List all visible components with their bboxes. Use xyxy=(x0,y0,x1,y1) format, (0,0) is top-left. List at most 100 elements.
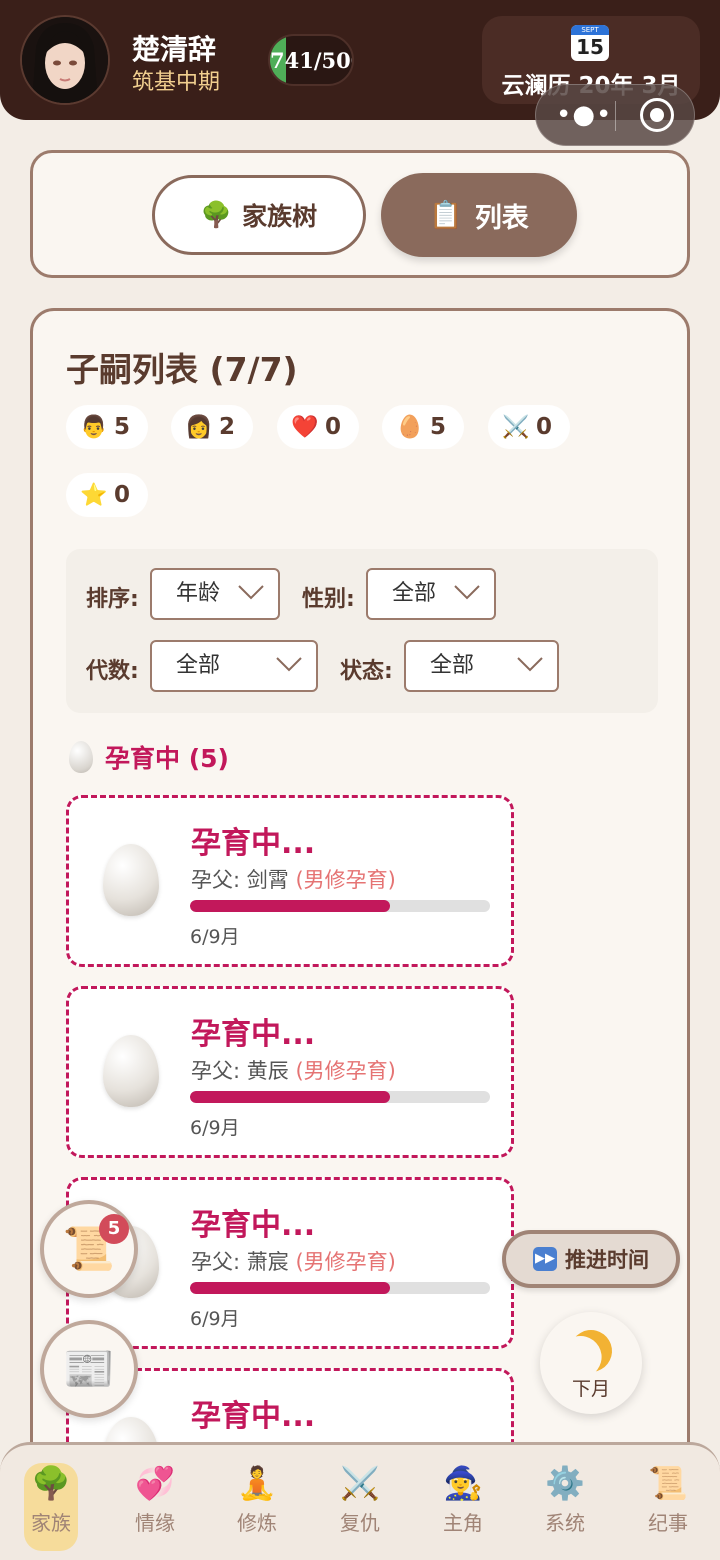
pregnancy-progress-fill xyxy=(190,1282,391,1294)
list-view-label: 列表 xyxy=(474,202,529,234)
pregnancy-group-title: 孕育中 (5) xyxy=(105,744,229,773)
stat-value: 5 xyxy=(114,414,131,440)
stat-married-count: ❤️ 0 xyxy=(277,405,359,449)
player-name: 楚清辞 xyxy=(132,33,217,66)
swords-icon: ⚔️ xyxy=(340,1464,380,1502)
pregnancy-title: 孕育中... xyxy=(191,1399,316,1434)
filter-panel: 排序: 年龄 性别: 全部 代数: 全部 状态: 全部 xyxy=(66,549,658,713)
stat-female-count: 👩 2 xyxy=(171,405,253,449)
next-month-button[interactable]: 下月 xyxy=(540,1312,642,1414)
status-value: 全部 xyxy=(430,653,475,678)
generation-label: 代数: xyxy=(86,659,139,684)
family-tree-button[interactable]: 🌳 家族树 xyxy=(152,175,366,255)
hearts-icon: 💞 xyxy=(135,1464,175,1502)
star-icon: ⭐ xyxy=(80,482,108,508)
pregnancy-months: 6/9月 xyxy=(190,926,240,948)
pregnancy-type-tag: (男修孕育) xyxy=(295,1250,396,1274)
gender-select[interactable]: 全部 xyxy=(366,568,496,620)
swords-icon: ⚔️ xyxy=(502,414,530,440)
status-select[interactable]: 全部 xyxy=(404,640,559,692)
nav-protagonist[interactable]: 🧙‍♀️ 主角 xyxy=(418,1463,508,1551)
advance-time-button[interactable]: ▶▶ 推进时间 xyxy=(502,1230,680,1288)
bottom-navigation: 🌳 家族 💞 情缘 🧘 修炼 ⚔️ 复仇 🧙‍♀️ 主角 ⚙️ 系统 📜 纪事 xyxy=(0,1442,720,1560)
scroll-icon: 📜 xyxy=(648,1464,688,1502)
nav-romance[interactable]: 💞 情缘 xyxy=(110,1463,200,1551)
father-name: 黄辰 xyxy=(246,1059,289,1083)
nav-label: 情缘 xyxy=(135,1511,175,1535)
pregnancy-type-tag: (男修孕育) xyxy=(295,1059,396,1083)
pregnancy-father: 孕父: 萧宸 (男修孕育) xyxy=(191,1246,396,1276)
avatar[interactable] xyxy=(20,15,110,105)
chevron-down-icon xyxy=(238,585,264,600)
status-label: 状态: xyxy=(340,659,393,684)
sort-select[interactable]: 年龄 xyxy=(150,568,280,620)
moon-icon xyxy=(562,1322,619,1379)
stat-star-count: ⭐ 0 xyxy=(66,473,148,517)
pregnancy-progress-bar xyxy=(190,900,490,912)
father-name: 剑霄 xyxy=(246,868,289,892)
miniprogram-capsule: •●• xyxy=(535,84,695,146)
calendar-day: 15 xyxy=(576,35,604,59)
quest-scroll-button[interactable]: 📜 5 xyxy=(40,1200,138,1298)
nav-chronicle[interactable]: 📜 纪事 xyxy=(623,1463,713,1551)
more-options-icon[interactable]: •●• xyxy=(556,102,611,130)
sort-value: 年龄 xyxy=(176,581,221,606)
cultivation-realm: 筑基中期 xyxy=(132,70,221,95)
generation-value: 全部 xyxy=(176,653,221,678)
nav-label: 纪事 xyxy=(648,1511,688,1535)
hp-bar: 741/500 xyxy=(268,34,354,86)
calendar-month: SEPT xyxy=(571,25,609,35)
stat-egg-count: 🥚 5 xyxy=(382,405,464,449)
male-icon: 👨 xyxy=(80,414,108,440)
top-header: 楚清辞 筑基中期 741/500 SEPT 15 云澜历 20年 3月 •●• xyxy=(0,0,720,146)
nav-family[interactable]: 🌳 家族 xyxy=(24,1463,78,1551)
news-button[interactable]: 📰 xyxy=(40,1320,138,1418)
pregnancy-card[interactable]: 孕育中... 孕父: 剑霄 (男修孕育) 6/9月 xyxy=(66,795,514,967)
father-prefix: 孕父: xyxy=(191,1059,247,1083)
clipboard-icon: 📋 xyxy=(429,200,463,231)
list-view-button[interactable]: 📋 列表 xyxy=(381,173,577,257)
list-title: 子嗣列表 (7/7) xyxy=(66,350,298,389)
nav-cultivation[interactable]: 🧘 修炼 xyxy=(212,1463,302,1551)
stat-value: 0 xyxy=(114,482,131,508)
newspaper-icon: 📰 xyxy=(62,1344,116,1393)
pregnancy-progress-bar xyxy=(190,1282,490,1294)
pregnancy-father: 孕父: 剑霄 (男修孕育) xyxy=(191,864,396,894)
pregnancy-title: 孕育中... xyxy=(191,1208,316,1243)
chevron-down-icon xyxy=(517,657,543,672)
father-prefix: 孕父: xyxy=(191,868,247,892)
egg-icon xyxy=(103,1035,159,1107)
pregnancy-months: 6/9月 xyxy=(190,1308,240,1330)
tree-icon: 🌳 xyxy=(31,1464,71,1502)
family-tree-label: 家族树 xyxy=(242,202,318,231)
nav-revenge[interactable]: ⚔️ 复仇 xyxy=(315,1463,405,1551)
nav-label: 家族 xyxy=(31,1511,71,1535)
meditation-icon: 🧘 xyxy=(237,1464,277,1502)
pregnancy-father: 孕父: 黄辰 (男修孕育) xyxy=(191,1055,396,1085)
tree-icon: 🌳 xyxy=(200,200,233,229)
generation-select[interactable]: 全部 xyxy=(150,640,318,692)
nav-system[interactable]: ⚙️ 系统 xyxy=(520,1463,610,1551)
close-miniprogram-icon[interactable] xyxy=(640,98,674,132)
egg-icon: 🥚 xyxy=(396,414,424,440)
advance-time-label: 推进时间 xyxy=(565,1248,649,1272)
children-list-card: 子嗣列表 (7/7) 👨 5 👩 2 ❤️ 0 🥚 5 ⚔️ 0 ⭐ 0 排序:… xyxy=(30,308,690,1468)
stat-male-count: 👨 5 xyxy=(66,405,148,449)
nav-label: 系统 xyxy=(545,1511,585,1535)
pregnancy-title: 孕育中... xyxy=(191,826,316,861)
next-month-label: 下月 xyxy=(571,1378,610,1400)
stat-battle-count: ⚔️ 0 xyxy=(488,405,570,449)
stat-value: 0 xyxy=(536,414,553,440)
pregnancy-card[interactable]: 孕育中... 孕父: 黄辰 (男修孕育) 6/9月 xyxy=(66,986,514,1158)
witch-icon: 🧙‍♀️ xyxy=(443,1464,483,1502)
nav-label: 主角 xyxy=(443,1511,483,1535)
sort-label: 排序: xyxy=(86,587,139,612)
nav-label: 修炼 xyxy=(237,1511,277,1535)
chevron-down-icon xyxy=(454,585,480,600)
pregnancy-months: 6/9月 xyxy=(190,1117,240,1139)
stat-value: 0 xyxy=(325,414,342,440)
fast-forward-icon: ▶▶ xyxy=(533,1247,557,1271)
pregnancy-progress-fill xyxy=(190,900,391,912)
hp-text: 741/500 xyxy=(270,48,352,73)
egg-icon xyxy=(103,844,159,916)
